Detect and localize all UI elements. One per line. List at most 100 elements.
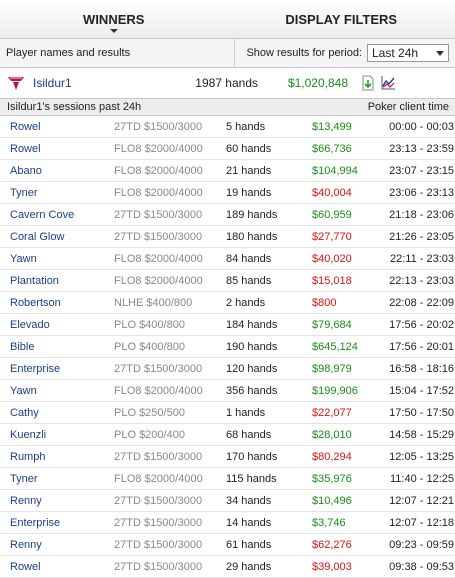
game-type: FLO8 $2000/4000 — [114, 143, 226, 155]
game-type: FLO8 $2000/4000 — [114, 473, 226, 485]
hands-count: 190 hands — [226, 341, 312, 353]
graph-icon[interactable] — [380, 75, 396, 91]
session-time: 23:06 - 23:13 — [366, 187, 454, 199]
session-amount: $40,004 — [312, 187, 366, 199]
table-name-link[interactable]: Enterprise — [0, 363, 114, 375]
period-label: Show results for period: — [246, 47, 362, 59]
caret-down-icon — [110, 29, 118, 33]
hands-count: 85 hands — [226, 275, 312, 287]
table-name-link[interactable]: Rumph — [0, 451, 114, 463]
session-time: 09:38 - 09:53 — [366, 561, 454, 573]
table-name-link[interactable]: Tyner — [0, 187, 114, 199]
table-name-link[interactable]: Rowel — [0, 561, 114, 573]
session-time: 12:05 - 13:25 — [366, 451, 454, 463]
session-amount: $35,976 — [312, 473, 366, 485]
game-type: FLO8 $2000/4000 — [114, 385, 226, 397]
sessions-title: Isildur1's sessions past 24h — [7, 101, 141, 113]
game-type: PLO $250/500 — [114, 407, 226, 419]
session-amount: $27,770 — [312, 231, 366, 243]
session-time: 17:50 - 17:50 — [366, 407, 454, 419]
period-select[interactable]: Last 24h — [367, 44, 449, 62]
table-name-link[interactable]: Abano — [0, 165, 114, 177]
hands-count: 180 hands — [226, 231, 312, 243]
hands-count: 29 hands — [226, 561, 312, 573]
game-type: FLO8 $2000/4000 — [114, 275, 226, 287]
table-name-link[interactable]: Enterprise — [0, 517, 114, 529]
session-amount: $645,124 — [312, 341, 366, 353]
game-type: 27TD $1500/3000 — [114, 451, 226, 463]
table-name-link[interactable]: Rowel — [0, 121, 114, 133]
client-time-label: Poker client time — [368, 101, 449, 113]
player-name-link[interactable]: Isildur1 — [33, 76, 183, 90]
table-name-link[interactable]: Yawn — [0, 385, 114, 397]
table-name-link[interactable]: Rowel — [0, 143, 114, 155]
session-amount: $13,499 — [312, 121, 366, 133]
game-type: PLO $400/800 — [114, 319, 226, 331]
session-row: CathyPLO $250/5001 hands$22,07717:50 - 1… — [0, 402, 455, 424]
session-row: TynerFLO8 $2000/4000115 hands$35,97611:4… — [0, 468, 455, 490]
session-row: Rowel27TD $1500/30005 hands$13,49900:00 … — [0, 116, 455, 138]
session-amount: $10,496 — [312, 495, 366, 507]
session-row: BiblePLO $400/800190 hands$645,12417:56 … — [0, 336, 455, 358]
game-type: NLHE $400/800 — [114, 297, 226, 309]
game-type: 27TD $1500/3000 — [114, 363, 226, 375]
session-row: TynerFLO8 $2000/400019 hands$40,00423:06… — [0, 182, 455, 204]
player-summary: Isildur1 1987 hands $1,020,848 — [0, 68, 455, 99]
table-name-link[interactable]: Bible — [0, 341, 114, 353]
table-name-link[interactable]: Yawn — [0, 253, 114, 265]
table-name-link[interactable]: Renny — [0, 495, 114, 507]
hands-count: 115 hands — [226, 473, 312, 485]
session-amount: $28,010 — [312, 429, 366, 441]
hands-count: 2 hands — [226, 297, 312, 309]
session-amount: $199,906 — [312, 385, 366, 397]
hands-count: 189 hands — [226, 209, 312, 221]
table-name-link[interactable]: Elevado — [0, 319, 114, 331]
session-amount: $104,994 — [312, 165, 366, 177]
tab-winners[interactable]: WINNERS — [0, 0, 228, 38]
table-name-link[interactable]: Cavern Cove — [0, 209, 114, 221]
session-time: 22:11 - 23:03 — [366, 253, 454, 265]
session-row: Rumph27TD $1500/3000170 hands$80,29412:0… — [0, 446, 455, 468]
table-name-link[interactable]: Plantation — [0, 275, 114, 287]
total-hands: 1987 hands — [183, 76, 258, 90]
tab-winners-label: WINNERS — [83, 12, 144, 27]
download-icon[interactable] — [360, 75, 376, 91]
hands-count: 19 hands — [226, 187, 312, 199]
sessions-list: Rowel 27TD $1500/3000 5 hands$13,49900:00 … — [0, 116, 455, 578]
session-amount: $80,294 — [312, 451, 366, 463]
table-name-link[interactable]: Tyner — [0, 473, 114, 485]
session-amount: $39,003 — [312, 561, 366, 573]
tab-display-filters-label: DISPLAY FILTERS — [285, 12, 397, 27]
table-name-link[interactable]: Kuenzli — [0, 429, 114, 441]
session-time: 22:13 - 23:03 — [366, 275, 454, 287]
session-amount: $98,979 — [312, 363, 366, 375]
fulltilt-logo-icon — [7, 75, 25, 91]
session-row: AbanoFLO8 $2000/400021 hands$104,99423:0… — [0, 160, 455, 182]
session-time: 00:00 - 00:03 — [366, 121, 454, 133]
hands-count: 61 hands — [226, 539, 312, 551]
table-name-link[interactable]: Cathy — [0, 407, 114, 419]
session-amount: $79,684 — [312, 319, 366, 331]
session-amount: $40,020 — [312, 253, 366, 265]
game-type: 27TD $1500/3000 — [114, 495, 226, 507]
tab-display-filters[interactable]: DISPLAY FILTERS — [228, 0, 455, 38]
session-time: 15:04 - 17:52 — [366, 385, 454, 397]
table-name-link[interactable]: Renny — [0, 539, 114, 551]
session-time: 23:07 - 23:15 — [366, 165, 454, 177]
period-select-value: Last 24h — [372, 46, 418, 60]
session-time: 12:07 - 12:21 — [366, 495, 454, 507]
table-name-link[interactable]: Robertson — [0, 297, 114, 309]
game-type: FLO8 $2000/4000 — [114, 187, 226, 199]
session-time: 14:58 - 15:29 — [366, 429, 454, 441]
hands-count: 84 hands — [226, 253, 312, 265]
game-type: 27TD $1500/3000 — [114, 231, 226, 243]
session-row: YawnFLO8 $2000/4000356 hands$199,90615:0… — [0, 380, 455, 402]
game-type: 27TD $1500/3000 — [114, 517, 226, 529]
session-row: RobertsonNLHE $400/8002 hands$80022:08 -… — [0, 292, 455, 314]
session-time: 11:40 - 12:25 — [366, 473, 454, 485]
hands-count: 5 hands — [226, 121, 312, 133]
table-name-link[interactable]: Coral Glow — [0, 231, 114, 243]
session-amount: $22,077 — [312, 407, 366, 419]
hands-count: 21 hands — [226, 165, 312, 177]
session-time: 17:56 - 20:02 — [366, 319, 454, 331]
